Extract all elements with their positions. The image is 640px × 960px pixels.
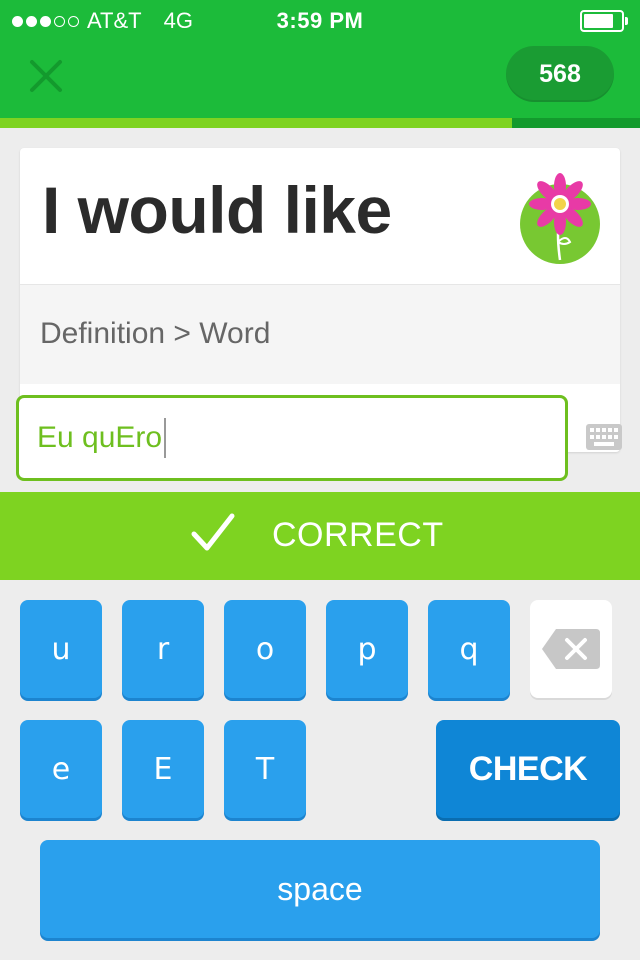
check-button[interactable]: CHECK [436, 720, 620, 818]
letter-key-r[interactable]: r [122, 600, 204, 698]
backspace-icon [542, 629, 600, 669]
letter-key-p[interactable]: p [326, 600, 408, 698]
backspace-button[interactable] [530, 600, 612, 698]
close-icon [30, 60, 62, 92]
keyboard-icon[interactable] [586, 424, 622, 450]
prompt-text: I would like [42, 173, 392, 247]
battery-icon [580, 10, 628, 32]
lesson-progress-bar [0, 118, 640, 128]
lesson-progress-fill [0, 118, 512, 128]
close-button[interactable] [22, 52, 70, 100]
letter-key-u[interactable]: u [20, 600, 102, 698]
exercise-type-label: Definition > Word [40, 317, 271, 350]
text-caret [164, 418, 167, 458]
letter-key-e[interactable]: e [20, 720, 102, 818]
result-label: CORRECT [272, 516, 444, 554]
checkmark-icon [191, 513, 235, 551]
result-banner: CORRECT [0, 492, 640, 580]
flower-icon [520, 173, 600, 264]
xp-counter: 568 [506, 46, 614, 102]
letter-key-E[interactable]: E [122, 720, 204, 818]
space-key[interactable]: space [40, 840, 600, 938]
letter-key-T[interactable]: T [224, 720, 306, 818]
answer-text: Eu quEro [37, 421, 163, 454]
battery-level [584, 14, 613, 28]
status-bar: AT&T 4G 3:59 PM [0, 0, 640, 40]
header-bar: AT&T 4G 3:59 PM 568 [0, 0, 640, 118]
exercise-type-row: Definition > Word [20, 284, 620, 384]
letter-key-o[interactable]: o [224, 600, 306, 698]
letter-key-q[interactable]: q [428, 600, 510, 698]
status-time: 3:59 PM [276, 8, 364, 33]
answer-input[interactable]: Eu quEro [16, 395, 568, 481]
